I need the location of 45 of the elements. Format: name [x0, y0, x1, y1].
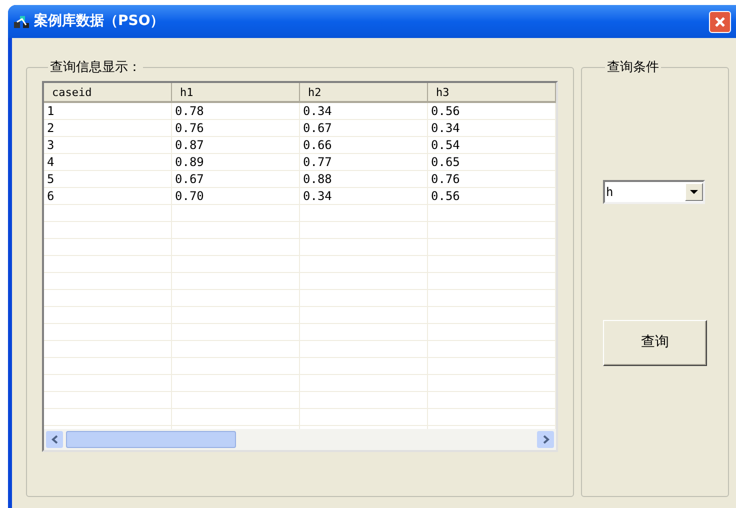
table-cell: 0.34: [428, 120, 556, 136]
table-cell: 0.70: [172, 188, 300, 204]
table-cell: 0.65: [428, 154, 556, 170]
chevron-left-icon: [50, 434, 58, 444]
table-cell: 4: [44, 154, 172, 170]
table-cell: 0.87: [172, 136, 300, 154]
table-cell: 0.34: [300, 102, 428, 120]
table-cell: 0.56: [428, 102, 556, 120]
app-icon: [13, 14, 31, 30]
table-cell: 2: [44, 120, 172, 136]
table-cell: 0.77: [300, 154, 428, 170]
query-button[interactable]: 查询: [603, 320, 707, 366]
table-cell: 1: [44, 102, 172, 120]
window-title: 案例库数据（PSO）: [34, 12, 164, 31]
table-cell: 0.67: [300, 120, 428, 136]
table-cell: 0.56: [428, 188, 556, 204]
table-cell: 0.76: [172, 120, 300, 136]
group-title: 查询条件: [606, 59, 660, 77]
scroll-right-button[interactable]: [537, 430, 554, 448]
column-header[interactable]: h1: [172, 82, 300, 102]
table-cell: 0.34: [300, 188, 428, 204]
dropdown-button[interactable]: [685, 182, 703, 200]
caret-down-icon: [690, 190, 698, 194]
scroll-left-button[interactable]: [46, 430, 63, 448]
table-cell: 0.76: [428, 170, 556, 188]
table-cell: 0.66: [300, 136, 428, 154]
close-icon: [714, 16, 726, 28]
table-cell: 3: [44, 136, 172, 154]
table-cell: 0.89: [172, 154, 300, 170]
column-header[interactable]: h3: [428, 82, 556, 102]
condition-select[interactable]: h: [603, 180, 705, 204]
table-cell: 0.54: [428, 136, 556, 154]
select-value: h: [605, 184, 614, 200]
table-cell: 5: [44, 170, 172, 188]
close-button[interactable]: [709, 10, 731, 32]
chevron-right-icon: [542, 434, 550, 444]
group-title: 查询信息显示：: [49, 59, 142, 77]
column-header[interactable]: caseid: [44, 82, 172, 102]
column-header[interactable]: h2: [300, 82, 428, 102]
table-cell: 0.88: [300, 170, 428, 188]
horizontal-scrollbar[interactable]: [44, 428, 556, 450]
scroll-thumb[interactable]: [66, 430, 236, 448]
table-cell: 6: [44, 188, 172, 204]
table-cell: 0.78: [172, 102, 300, 120]
table-cell: 0.67: [172, 170, 300, 188]
